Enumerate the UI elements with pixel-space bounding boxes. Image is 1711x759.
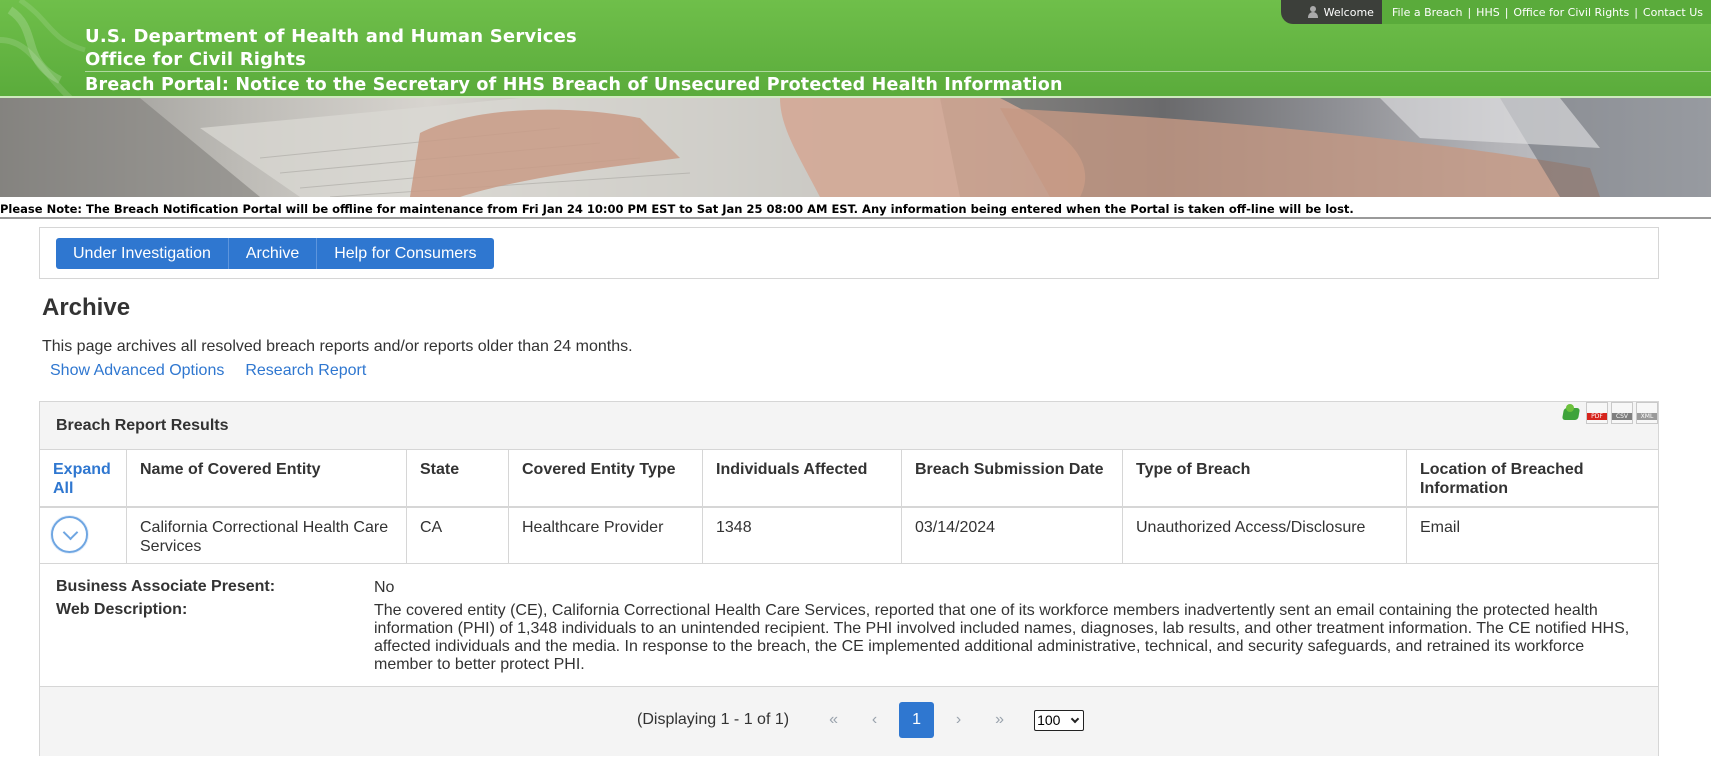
col-header-breach-type[interactable]: Type of Breach [1122, 450, 1406, 506]
results-title: Breach Report Results [56, 417, 229, 434]
nav-separator: | [1467, 5, 1472, 19]
header-department: U.S. Department of Health and Human Serv… [85, 26, 577, 47]
results-header: Breach Report Results PDF CSV XML [40, 402, 1658, 449]
page-links: Show Advanced Options Research Report [50, 362, 366, 380]
row-detail-panel: Business Associate Present: No Web Descr… [40, 564, 1658, 687]
tab-help-for-consumers[interactable]: Help for Consumers [317, 238, 494, 269]
row-toggle-cell [40, 508, 126, 563]
table-row: California Correctional Health Care Serv… [40, 508, 1658, 564]
tab-bar: Under Investigation Archive Help for Con… [39, 227, 1659, 279]
page-title: Archive [42, 294, 131, 321]
web-description-label: Web Description: [56, 601, 188, 618]
export-icons: PDF CSV XML [1561, 402, 1658, 424]
cell-state: CA [406, 508, 508, 563]
first-page-icon[interactable]: « [813, 702, 854, 738]
col-header-entity-type[interactable]: Covered Entity Type [508, 450, 702, 506]
welcome-label: Welcome [1323, 5, 1374, 19]
pagination-status: (Displaying 1 - 1 of 1) [637, 711, 790, 728]
rows-per-page-select[interactable]: 100 [1034, 709, 1085, 731]
notice-divider [0, 217, 1711, 219]
research-report-link[interactable]: Research Report [245, 362, 366, 380]
chevron-down-icon [1070, 714, 1080, 723]
user-icon [1307, 6, 1319, 18]
cell-entity-type: Healthcare Provider [508, 508, 702, 563]
cell-individuals-affected: 1348 [702, 508, 901, 563]
col-header-location[interactable]: Location of Breached Information [1406, 450, 1658, 506]
file-breach-link[interactable]: File a Breach [1392, 6, 1463, 19]
tab-group: Under Investigation Archive Help for Con… [56, 238, 494, 269]
cell-submission-date: 03/14/2024 [901, 508, 1122, 563]
header-divider [85, 71, 1711, 72]
top-nav-links: File a Breach | HHS | Office for Civil R… [1381, 0, 1711, 24]
header-portal-title: Breach Portal: Notice to the Secretary o… [85, 75, 1063, 95]
rows-per-page-value: 100 [1037, 712, 1061, 728]
paginator: (Displaying 1 - 1 of 1) « ‹ 1 › » 100 [637, 702, 1085, 738]
hands-typing-banner-image [0, 98, 1711, 197]
last-page-icon[interactable]: » [979, 702, 1020, 738]
welcome-user: Welcome [1307, 6, 1374, 19]
site-header: U.S. Department of Health and Human Serv… [0, 0, 1711, 98]
cell-location: Email [1406, 508, 1658, 563]
nav-separator: | [1504, 5, 1509, 19]
excel-icon[interactable] [1561, 402, 1583, 424]
pdf-icon-label: PDF [1587, 413, 1607, 420]
next-page-icon[interactable]: › [938, 702, 979, 738]
page-button-current[interactable]: 1 [899, 702, 935, 738]
ocr-link[interactable]: Office for Civil Rights [1513, 6, 1629, 19]
breach-results-panel: Breach Report Results PDF CSV XML Expand… [39, 401, 1659, 756]
col-header-entity-name[interactable]: Name of Covered Entity [126, 450, 406, 506]
xml-icon-label: XML [1637, 413, 1657, 420]
hhs-link[interactable]: HHS [1476, 6, 1500, 19]
show-advanced-options-link[interactable]: Show Advanced Options [50, 362, 224, 380]
cell-entity-name: California Correctional Health Care Serv… [126, 508, 406, 563]
tab-archive[interactable]: Archive [228, 238, 318, 269]
web-description-value: The covered entity (CE), California Corr… [374, 602, 1630, 673]
table-header-row: Expand All Name of Covered Entity State … [40, 449, 1658, 508]
top-nav: Welcome File a Breach | HHS | Office for… [1280, 0, 1711, 24]
business-associate-label: Business Associate Present: [56, 578, 276, 595]
header-office: Office for Civil Rights [85, 49, 306, 70]
pdf-icon[interactable]: PDF [1586, 402, 1608, 424]
page-description: This page archives all resolved breach r… [42, 338, 633, 355]
xml-icon[interactable]: XML [1636, 402, 1658, 424]
prev-page-icon[interactable]: ‹ [854, 702, 895, 738]
col-header-state[interactable]: State [406, 450, 508, 506]
csv-icon[interactable]: CSV [1611, 402, 1633, 424]
expand-all-header: Expand All [40, 450, 126, 506]
banner-illustration [0, 98, 1711, 197]
expand-all-link[interactable]: Expand All [53, 461, 111, 497]
contact-us-link[interactable]: Contact Us [1643, 6, 1703, 19]
maintenance-notice: Please Note: The Breach Notification Por… [0, 202, 1354, 216]
hhs-logo-swirl [0, 0, 86, 98]
col-header-individuals-affected[interactable]: Individuals Affected [702, 450, 901, 506]
expand-row-chevron-icon[interactable] [51, 516, 88, 553]
nav-separator: | [1634, 5, 1638, 19]
tab-under-investigation[interactable]: Under Investigation [56, 238, 229, 269]
business-associate-value: No [374, 579, 395, 596]
cell-breach-type: Unauthorized Access/Disclosure [1122, 508, 1406, 563]
pagination-bar: (Displaying 1 - 1 of 1) « ‹ 1 › » 100 [40, 687, 1658, 756]
csv-icon-label: CSV [1612, 413, 1632, 420]
col-header-submission-date[interactable]: Breach Submission Date [901, 450, 1122, 506]
